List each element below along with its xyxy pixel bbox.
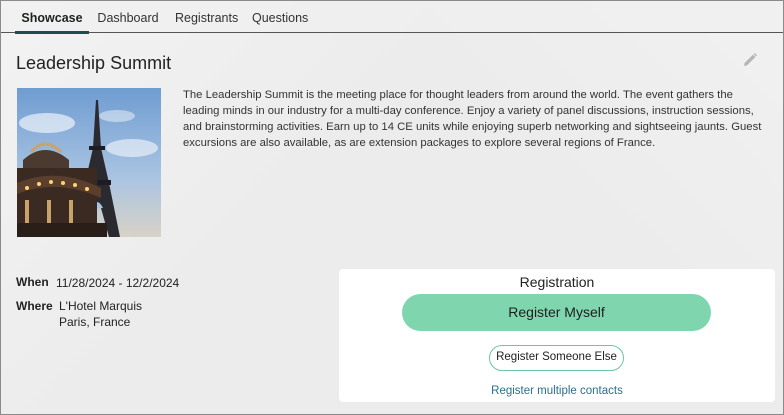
event-photo <box>17 88 161 237</box>
where-venue: L'Hotel Marquis <box>59 299 142 313</box>
where-label: Where <box>16 299 53 313</box>
tab-registrants[interactable]: Registrants <box>175 1 238 33</box>
register-myself-button[interactable]: Register Myself <box>402 294 711 331</box>
tab-questions[interactable]: Questions <box>252 1 308 33</box>
tab-bar: Showcase Dashboard Registrants Questions <box>1 1 783 34</box>
event-title: Leadership Summit <box>16 53 172 73</box>
showcase-page: Showcase Dashboard Registrants Questions… <box>0 0 784 415</box>
tab-showcase[interactable]: Showcase <box>15 1 89 34</box>
pencil-icon[interactable] <box>742 52 758 68</box>
registration-card: Registration Register Myself Register So… <box>339 269 775 402</box>
register-multiple-contacts-link[interactable]: Register multiple contacts <box>339 385 775 397</box>
event-description: The Leadership Summit is the meeting pla… <box>183 89 762 149</box>
when-label: When <box>16 275 49 289</box>
registration-heading: Registration <box>519 274 595 290</box>
register-someone-else-button[interactable]: Register Someone Else <box>489 345 624 371</box>
where-city: Paris, France <box>59 315 131 329</box>
when-value: 11/28/2024 - 12/2/2024 <box>56 276 180 290</box>
tab-dashboard[interactable]: Dashboard <box>97 1 159 33</box>
